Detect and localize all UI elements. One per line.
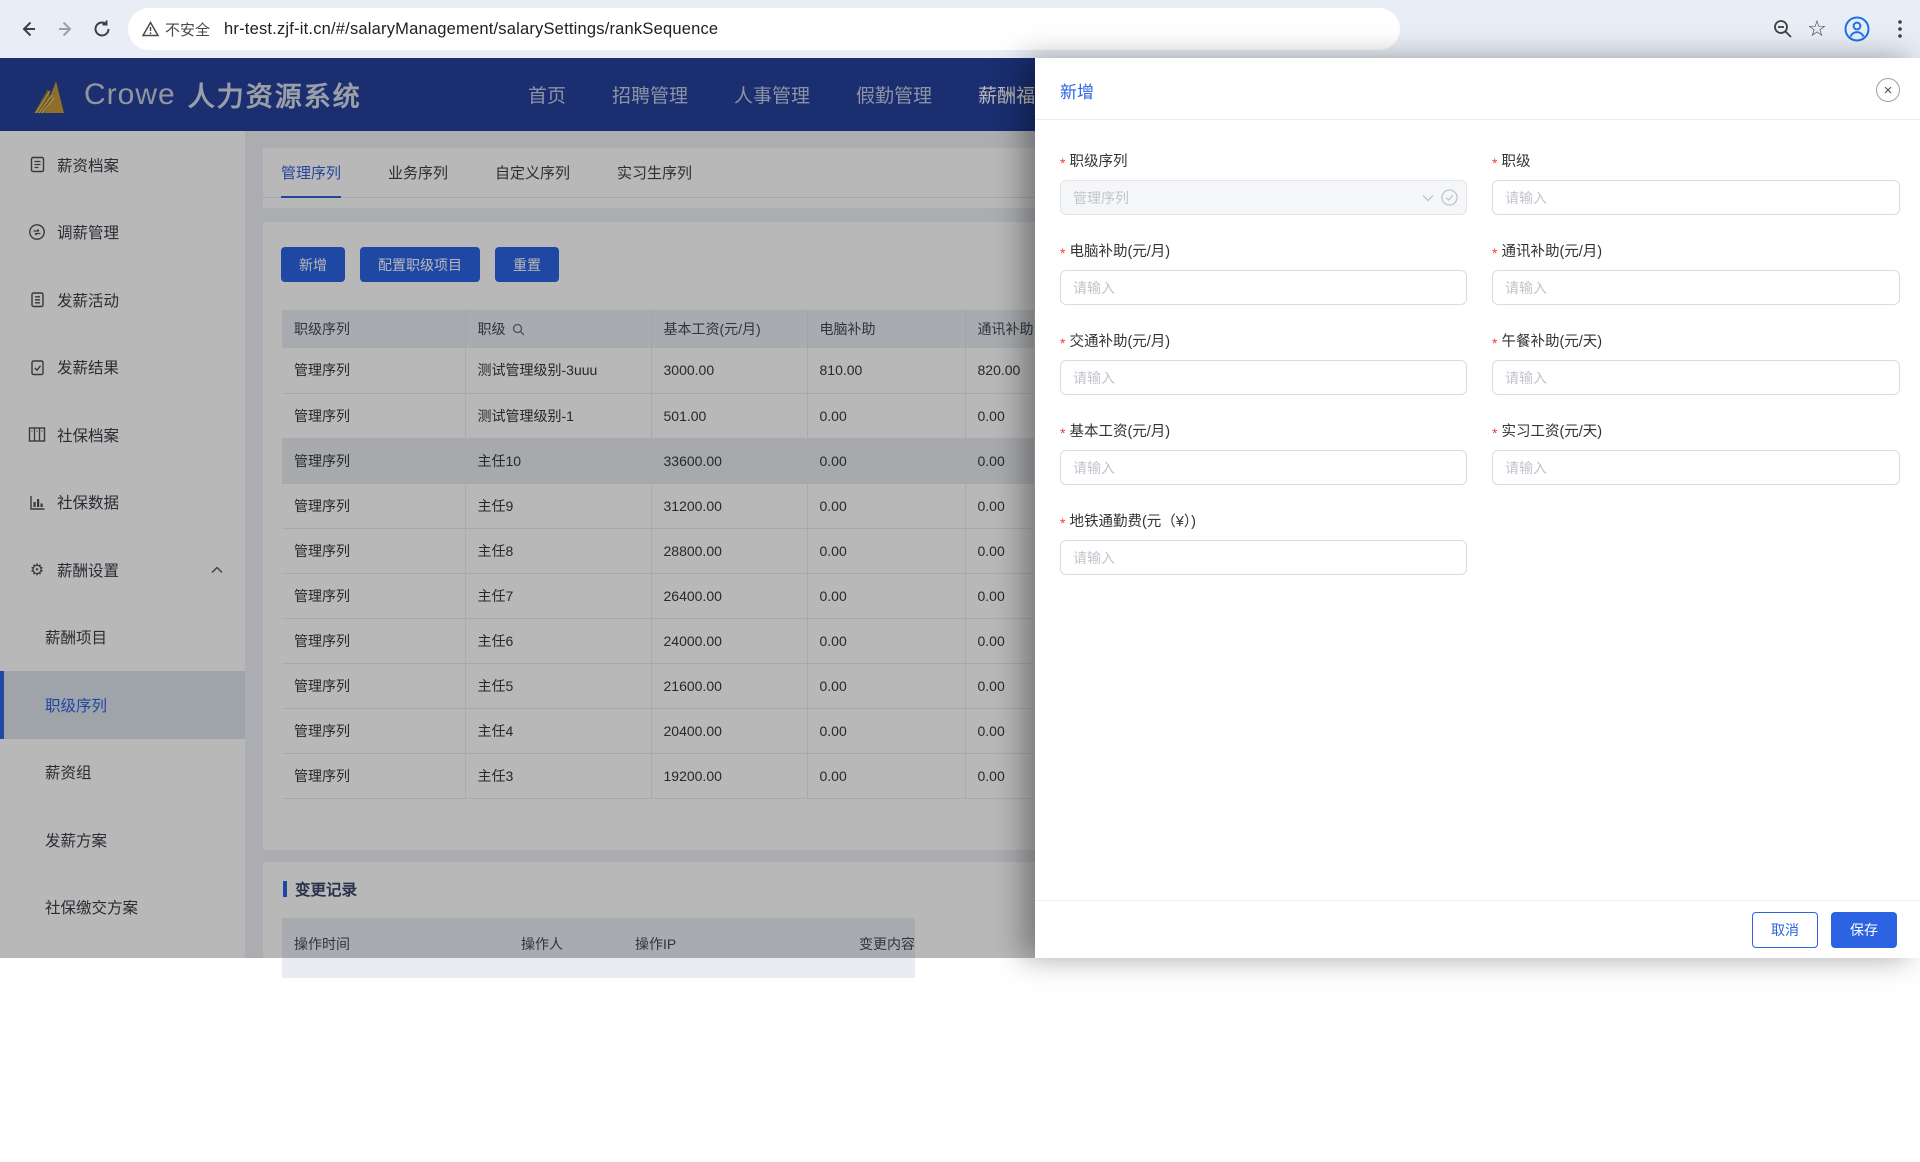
field-intern-salary: * 实习工资(元/天) <box>1492 420 1900 485</box>
field-transport-allowance: * 交通补助(元/月) <box>1060 330 1467 395</box>
transport-allowance-input[interactable] <box>1060 360 1467 395</box>
telecom-allowance-input[interactable] <box>1492 270 1900 305</box>
lunch-allowance-input[interactable] <box>1492 360 1900 395</box>
chevron-down-icon <box>1422 194 1434 201</box>
security-label: 不安全 <box>165 21 211 39</box>
drawer-footer: 取消 保存 <box>1035 900 1920 958</box>
url-text: hr-test.zjf-it.cn/#/salaryManagement/sal… <box>224 19 719 38</box>
add-rank-form: *职级序列 管理序列 *职级 *电脑补助(元/月) *通讯补助(元/月) <box>1035 120 1920 575</box>
browser-reload-icon[interactable] <box>86 13 118 45</box>
cancel-button[interactable]: 取消 <box>1752 911 1818 948</box>
intern-salary-input[interactable] <box>1492 450 1900 485</box>
profile-avatar-icon[interactable] <box>1834 16 1880 42</box>
check-circle-icon <box>1441 189 1458 206</box>
add-rank-drawer: 新增 × *职级序列 管理序列 *职级 *电脑补助(元/月) <box>1035 58 1920 958</box>
field-computer-allowance: * 电脑补助(元/月) <box>1060 240 1467 305</box>
field-rank-sequence: * 职级序列 管理序列 <box>1060 150 1467 215</box>
rank-input[interactable] <box>1492 180 1900 215</box>
browser-forward-icon[interactable] <box>50 13 82 45</box>
save-button[interactable]: 保存 <box>1831 911 1897 948</box>
drawer-header: 新增 × <box>1035 58 1920 120</box>
field-telecom-allowance: * 通讯补助(元/月) <box>1492 240 1900 305</box>
warning-icon <box>142 21 159 37</box>
chrome-menu-icon[interactable] <box>1880 20 1920 38</box>
drawer-title: 新增 <box>1060 83 1094 102</box>
field-metro-commute-fee: * 地铁通勤费(元（¥）) <box>1060 510 1467 575</box>
computer-allowance-input[interactable] <box>1060 270 1467 305</box>
field-rank: * 职级 <box>1492 150 1900 215</box>
base-salary-input[interactable] <box>1060 450 1467 485</box>
required-asterisk: * <box>1060 154 1066 171</box>
zoom-out-icon[interactable] <box>1766 18 1800 40</box>
browser-back-icon[interactable] <box>12 13 44 45</box>
site-security-chip[interactable]: 不安全 <box>142 19 210 40</box>
browser-toolbar: 不安全 hr-test.zjf-it.cn/#/salaryManagement… <box>0 0 1920 58</box>
close-icon[interactable]: × <box>1876 78 1900 102</box>
address-bar[interactable]: 不安全 hr-test.zjf-it.cn/#/salaryManagement… <box>128 8 1400 50</box>
field-base-salary: * 基本工资(元/月) <box>1060 420 1467 485</box>
rank-sequence-select[interactable]: 管理序列 <box>1060 180 1467 215</box>
field-lunch-allowance: * 午餐补助(元/天) <box>1492 330 1900 395</box>
bookmark-star-icon[interactable]: ☆ <box>1800 16 1834 42</box>
app-page: Crowe 人力资源系统 首页 招聘管理 人事管理 假勤管理 薪酬福利 薪资档案… <box>0 58 1920 1162</box>
metro-commute-fee-input[interactable] <box>1060 540 1467 575</box>
